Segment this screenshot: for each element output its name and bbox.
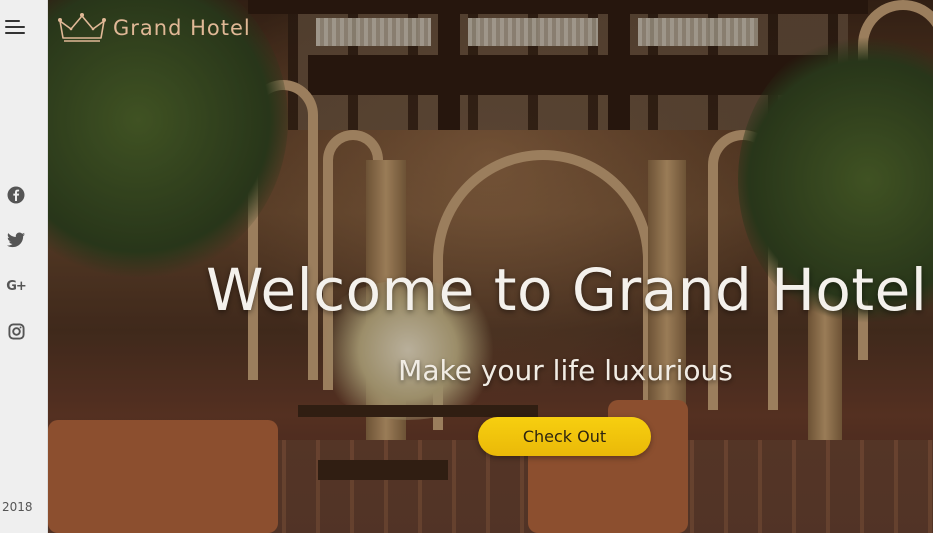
google-plus-icon[interactable]: G+ <box>6 276 27 296</box>
check-out-button[interactable]: Check Out <box>478 417 651 456</box>
copyright-year: 2018 <box>2 500 33 514</box>
brand-name: Grand Hotel <box>113 16 251 40</box>
hamburger-menu-icon[interactable] <box>5 18 27 36</box>
twitter-icon[interactable] <box>6 230 26 250</box>
sidebar: G+ 2018 <box>0 0 48 533</box>
hero-headline: Welcome to Grand Hotel <box>206 256 928 324</box>
google-plus-glyph: G+ <box>6 278 27 294</box>
instagram-icon[interactable] <box>6 321 26 341</box>
crown-icon <box>58 13 106 42</box>
brand-logo-link[interactable]: Grand Hotel <box>57 12 251 44</box>
facebook-icon[interactable] <box>6 185 26 205</box>
hero-subline: Make your life luxurious <box>398 354 733 387</box>
